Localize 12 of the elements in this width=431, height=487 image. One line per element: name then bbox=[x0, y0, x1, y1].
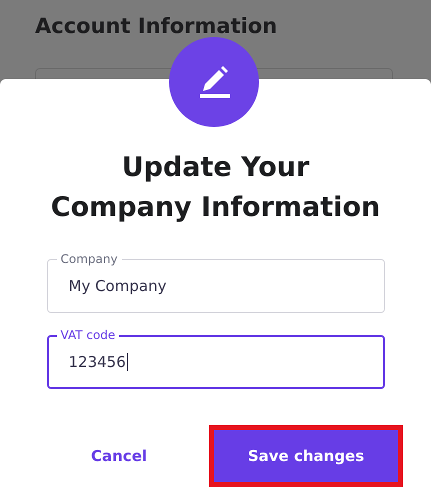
pencil-icon bbox=[197, 65, 231, 99]
field-value: 123456 bbox=[68, 353, 128, 371]
page-heading: Account Information bbox=[35, 13, 278, 38]
text-caret bbox=[126, 353, 128, 371]
input-field[interactable]: Company My Company bbox=[46, 250, 384, 313]
field-label: VAT code bbox=[56, 328, 120, 342]
input-field[interactable]: VAT code 123456 bbox=[46, 326, 384, 389]
cancel-button[interactable]: Cancel bbox=[57, 433, 182, 479]
dialog-title: Update Your Company Information bbox=[50, 151, 380, 225]
field-label: Company bbox=[56, 252, 122, 266]
save-button[interactable]: Save changes bbox=[214, 430, 398, 482]
field-value: My Company bbox=[68, 277, 166, 295]
